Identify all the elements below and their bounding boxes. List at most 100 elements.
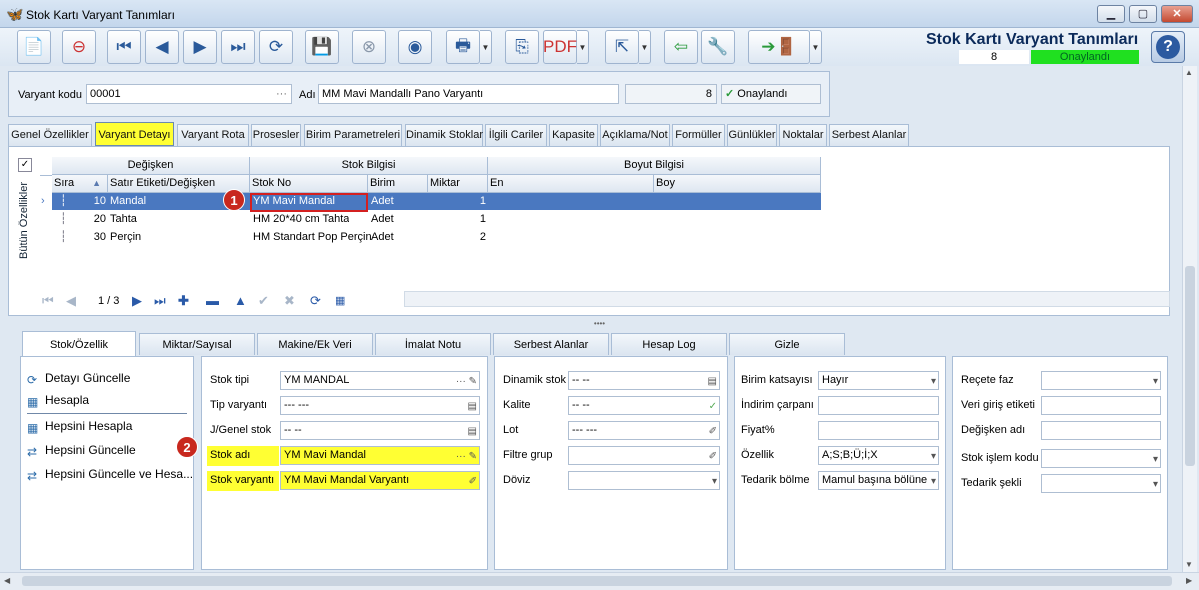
- move-up-icon[interactable]: ▲: [234, 292, 247, 310]
- filter-icon[interactable]: ▦: [335, 292, 345, 310]
- tab-formuller[interactable]: Formüller: [672, 124, 725, 146]
- chevron-down-icon[interactable]: ▾: [931, 448, 936, 464]
- window-vscrollbar[interactable]: ▲ ▼: [1182, 66, 1197, 572]
- stok-adi-input[interactable]: YM Mavi Mandal ··· ✎: [280, 446, 480, 465]
- all-properties-side-label[interactable]: Bütün Özellikler: [18, 175, 36, 265]
- subtab-serbest-alanlar[interactable]: Serbest Alanlar: [493, 333, 609, 355]
- stok-tipi-input[interactable]: YM MANDAL ··· ✎: [280, 371, 480, 390]
- import-icon[interactable]: ⇦: [664, 30, 698, 64]
- lookup-icon[interactable]: ▤: [468, 398, 477, 414]
- add-icon[interactable]: ✚: [178, 292, 189, 310]
- save-icon[interactable]: 💾: [305, 30, 339, 64]
- tab-prosesler[interactable]: Prosesler: [251, 124, 301, 146]
- grid-hscrollbar[interactable]: [404, 291, 1170, 307]
- edit-icon[interactable]: ··· ✎: [456, 373, 477, 389]
- splitter[interactable]: ••••: [0, 320, 1199, 328]
- cancel-save-icon[interactable]: ⊗: [352, 30, 386, 64]
- chevron-down-icon[interactable]: ▾: [712, 473, 717, 489]
- doviz-select[interactable]: ▾: [568, 471, 720, 490]
- tab-varyant-detayi[interactable]: Varyant Detayı: [95, 122, 174, 146]
- new-record-icon[interactable]: 📄: [17, 30, 51, 64]
- cell-satir[interactable]: Perçin: [110, 229, 141, 246]
- tab-dinamik-stoklar[interactable]: Dinamik Stoklar: [405, 124, 483, 146]
- col-sira[interactable]: Sıra ▲: [52, 175, 108, 193]
- eraser-icon[interactable]: ✐: [709, 423, 717, 439]
- prev-icon[interactable]: ◀: [66, 292, 76, 310]
- calculate-action[interactable]: ▦ Hesapla: [27, 393, 89, 409]
- update-all-action[interactable]: ⇄ Hepsini Güncelle: [27, 443, 136, 459]
- next-icon[interactable]: ▶: [132, 292, 142, 310]
- cell-sira[interactable]: 30: [52, 229, 106, 246]
- last-record-icon[interactable]: ⏭: [221, 30, 255, 64]
- jgenel-stok-input[interactable]: -- -- ▤: [280, 421, 480, 440]
- col-boy[interactable]: Boy: [654, 175, 821, 193]
- kalite-input[interactable]: -- -- ✓: [568, 396, 720, 415]
- cell-miktar[interactable]: 1: [428, 193, 486, 210]
- col-en[interactable]: En: [488, 175, 654, 193]
- lookup-icon[interactable]: ▤: [468, 423, 477, 439]
- tab-varyant-rota[interactable]: Varyant Rota: [177, 124, 249, 146]
- cell-stokno[interactable]: HM Standart Pop Perçin: [253, 229, 372, 246]
- lot-input[interactable]: --- --- ✐: [568, 421, 720, 440]
- ozellik-select[interactable]: A;S;B;Ü;İ;X ▾: [818, 446, 939, 465]
- variant-code-input[interactable]: 00001 ···: [86, 84, 292, 104]
- cell-birim[interactable]: Adet: [371, 193, 394, 210]
- chevron-down-icon[interactable]: ▾: [931, 373, 936, 389]
- scroll-down-icon[interactable]: ▼: [1185, 560, 1193, 569]
- scroll-left-icon[interactable]: ◀: [4, 576, 10, 585]
- prev-record-icon[interactable]: ◀: [145, 30, 179, 64]
- filtre-grup-input[interactable]: ✐: [568, 446, 720, 465]
- select-all-checkbox[interactable]: ✓: [18, 158, 32, 172]
- tedarik-sekli-select[interactable]: ▾: [1041, 474, 1161, 493]
- tab-serbest-alanlar[interactable]: Serbest Alanlar: [829, 124, 909, 146]
- scroll-right-icon[interactable]: ▶: [1186, 576, 1192, 585]
- refresh-grid-icon[interactable]: ⟳: [310, 292, 321, 310]
- tab-aciklama-not[interactable]: Açıklama/Not: [600, 124, 670, 146]
- scroll-up-icon[interactable]: ▲: [1185, 68, 1193, 77]
- degisken-adi-input[interactable]: [1041, 421, 1161, 440]
- export-dropdown[interactable]: ▼: [639, 30, 651, 64]
- first-icon[interactable]: ⏮: [42, 292, 54, 310]
- delete-record-icon[interactable]: ⊖: [62, 30, 96, 64]
- refresh-icon[interactable]: ⟳: [259, 30, 293, 64]
- cell-sira[interactable]: 10: [52, 193, 106, 210]
- cell-birim[interactable]: Adet: [371, 211, 394, 228]
- calculate-all-action[interactable]: ▦ Hepsini Hesapla: [27, 419, 132, 435]
- tab-noktalar[interactable]: Noktalar: [779, 124, 827, 146]
- lookup-icon[interactable]: ▤: [708, 373, 717, 389]
- veri-giris-input[interactable]: [1041, 396, 1161, 415]
- maximize-button[interactable]: ▢: [1129, 5, 1157, 23]
- fiyat-input[interactable]: [818, 421, 939, 440]
- exit-icon[interactable]: ➔🚪: [748, 30, 810, 64]
- dinamik-stok-input[interactable]: -- -- ▤: [568, 371, 720, 390]
- col-stok-no[interactable]: Stok No: [250, 175, 368, 193]
- approved-checkbox[interactable]: ✓ Onaylandı: [721, 84, 821, 104]
- confirm-icon[interactable]: ✔: [258, 292, 269, 310]
- update-detail-action[interactable]: ⟳ Detayı Güncelle: [27, 371, 130, 387]
- cell-birim[interactable]: Adet: [371, 229, 394, 246]
- recete-faz-select[interactable]: ▾: [1041, 371, 1161, 390]
- preview-icon[interactable]: ◉: [398, 30, 432, 64]
- cell-sira[interactable]: 20: [52, 211, 106, 228]
- window-hscrollbar[interactable]: ◀ ▶: [0, 572, 1199, 590]
- cell-miktar[interactable]: 2: [428, 229, 486, 246]
- print-icon[interactable]: 🖶: [446, 30, 480, 64]
- chevron-down-icon[interactable]: ▾: [1153, 476, 1158, 492]
- eraser-icon[interactable]: ✐: [709, 448, 717, 464]
- eraser-icon[interactable]: ✐: [469, 473, 477, 489]
- cell-miktar[interactable]: 1: [428, 211, 486, 228]
- tab-genel-ozellikler[interactable]: Genel Özellikler: [8, 124, 92, 146]
- last-icon[interactable]: ⏭: [154, 292, 166, 310]
- col-birim[interactable]: Birim: [368, 175, 428, 193]
- subtab-makine-ek-veri[interactable]: Makine/Ek Veri: [257, 333, 373, 355]
- cell-satir[interactable]: Tahta: [110, 211, 137, 228]
- subtab-gizle[interactable]: Gizle: [729, 333, 845, 355]
- stok-varyanti-input[interactable]: YM Mavi Mandal Varyantı ✐: [280, 471, 480, 490]
- variant-code-lookup-button[interactable]: ···: [276, 85, 287, 103]
- cancel-icon[interactable]: ✖: [284, 292, 295, 310]
- check-icon[interactable]: ✓: [709, 398, 717, 414]
- exit-dropdown[interactable]: ▼: [810, 30, 822, 64]
- cell-stokno[interactable]: HM 20*40 cm Tahta: [253, 211, 349, 228]
- chevron-down-icon[interactable]: ▾: [931, 473, 936, 489]
- hscroll-thumb[interactable]: [22, 576, 1172, 586]
